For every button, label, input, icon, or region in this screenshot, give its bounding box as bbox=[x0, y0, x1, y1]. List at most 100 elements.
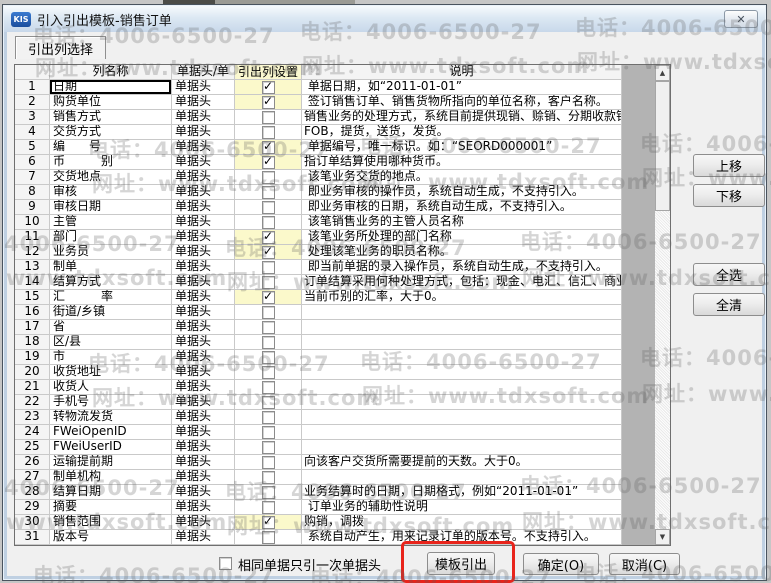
export-checkbox[interactable]: ✓ bbox=[262, 156, 275, 169]
cell-export-setting[interactable]: ✓ bbox=[235, 95, 302, 110]
export-checkbox[interactable] bbox=[262, 276, 275, 289]
header-column-name[interactable]: 列名称 bbox=[50, 65, 172, 80]
cell-doc-part[interactable]: 单据头 bbox=[172, 335, 235, 350]
cell-export-setting[interactable] bbox=[235, 380, 302, 395]
header-export-setting[interactable]: 引出列设置 bbox=[235, 65, 302, 80]
cell-doc-part[interactable]: 单据头 bbox=[172, 185, 235, 200]
row-number[interactable]: 17 bbox=[15, 320, 50, 335]
row-number[interactable]: 2 bbox=[15, 95, 50, 110]
row-number[interactable]: 29 bbox=[15, 500, 50, 515]
cell-column-name[interactable]: FWeiOpenID bbox=[50, 425, 172, 440]
move-up-button[interactable]: 上移 bbox=[693, 154, 765, 177]
cell-doc-part[interactable]: 单据头 bbox=[172, 230, 235, 245]
row-number[interactable]: 28 bbox=[15, 485, 50, 500]
cell-export-setting[interactable] bbox=[235, 275, 302, 290]
export-checkbox[interactable] bbox=[262, 186, 275, 199]
cell-column-name[interactable]: 转物流发货 bbox=[50, 410, 172, 425]
cell-column-name[interactable]: 交货地点 bbox=[50, 170, 172, 185]
export-checkbox[interactable] bbox=[262, 456, 275, 469]
cell-export-setting[interactable] bbox=[235, 260, 302, 275]
row-number[interactable]: 22 bbox=[15, 395, 50, 410]
cancel-button[interactable]: 取消(C) bbox=[609, 553, 680, 575]
cell-doc-part[interactable]: 单据头 bbox=[172, 80, 235, 95]
export-checkbox[interactable] bbox=[262, 366, 275, 379]
row-number[interactable]: 31 bbox=[15, 530, 50, 545]
export-checkbox[interactable] bbox=[262, 531, 275, 544]
cell-export-setting[interactable] bbox=[235, 200, 302, 215]
title-bar[interactable]: KIS 引入引出模板-销售订单 ✕ bbox=[4, 6, 765, 32]
cell-column-name[interactable]: 销售方式 bbox=[50, 110, 172, 125]
export-checkbox[interactable] bbox=[262, 381, 275, 394]
cell-column-name[interactable]: 日期 bbox=[50, 80, 172, 95]
cell-doc-part[interactable]: 单据头 bbox=[172, 125, 235, 140]
row-number[interactable]: 11 bbox=[15, 230, 50, 245]
row-number[interactable]: 7 bbox=[15, 170, 50, 185]
cell-doc-part[interactable]: 单据头 bbox=[172, 365, 235, 380]
row-number[interactable]: 13 bbox=[15, 260, 50, 275]
export-checkbox[interactable]: ✓ bbox=[262, 516, 275, 529]
cell-column-name[interactable]: FWeiUserID bbox=[50, 440, 172, 455]
cell-doc-part[interactable]: 单据头 bbox=[172, 500, 235, 515]
cell-column-name[interactable]: 销售范围 bbox=[50, 515, 172, 530]
cell-export-setting[interactable] bbox=[235, 305, 302, 320]
cell-column-name[interactable]: 收货地址 bbox=[50, 365, 172, 380]
export-checkbox[interactable]: ✓ bbox=[262, 96, 275, 109]
cell-doc-part[interactable]: 单据头 bbox=[172, 320, 235, 335]
cell-column-name[interactable]: 审核日期 bbox=[50, 200, 172, 215]
export-checkbox[interactable] bbox=[262, 426, 275, 439]
header-doc-part[interactable]: 单据头/单 bbox=[172, 65, 235, 80]
row-number[interactable]: 14 bbox=[15, 275, 50, 290]
export-checkbox[interactable] bbox=[262, 171, 275, 184]
cell-export-setting[interactable]: ✓ bbox=[235, 245, 302, 260]
cell-doc-part[interactable]: 单据头 bbox=[172, 350, 235, 365]
cell-column-name[interactable]: 币 别 bbox=[50, 155, 172, 170]
cell-export-setting[interactable]: ✓ bbox=[235, 155, 302, 170]
cell-export-setting[interactable]: ✓ bbox=[235, 80, 302, 95]
cell-column-name[interactable]: 结算日期 bbox=[50, 485, 172, 500]
cell-export-setting[interactable] bbox=[235, 350, 302, 365]
row-number[interactable]: 18 bbox=[15, 335, 50, 350]
export-checkbox[interactable] bbox=[262, 471, 275, 484]
row-number[interactable]: 5 bbox=[15, 140, 50, 155]
cell-export-setting[interactable] bbox=[235, 470, 302, 485]
row-number[interactable]: 12 bbox=[15, 245, 50, 260]
row-number[interactable]: 26 bbox=[15, 455, 50, 470]
cell-doc-part[interactable]: 单据头 bbox=[172, 410, 235, 425]
export-checkbox[interactable] bbox=[262, 321, 275, 334]
cell-export-setting[interactable] bbox=[235, 500, 302, 515]
cell-doc-part[interactable]: 单据头 bbox=[172, 110, 235, 125]
cell-export-setting[interactable] bbox=[235, 530, 302, 545]
row-number[interactable]: 25 bbox=[15, 440, 50, 455]
cell-doc-part[interactable]: 单据头 bbox=[172, 530, 235, 545]
cell-doc-part[interactable]: 单据头 bbox=[172, 305, 235, 320]
cell-doc-part[interactable]: 单据头 bbox=[172, 380, 235, 395]
cell-export-setting[interactable] bbox=[235, 215, 302, 230]
row-number[interactable]: 19 bbox=[15, 350, 50, 365]
cell-column-name[interactable]: 收货人 bbox=[50, 380, 172, 395]
scroll-up-button[interactable]: ▲ bbox=[655, 65, 670, 81]
cell-column-name[interactable]: 区/县 bbox=[50, 335, 172, 350]
cell-column-name[interactable]: 编 号 bbox=[50, 140, 172, 155]
cell-doc-part[interactable]: 单据头 bbox=[172, 395, 235, 410]
cell-export-setting[interactable]: ✓ bbox=[235, 230, 302, 245]
cell-column-name[interactable]: 审核 bbox=[50, 185, 172, 200]
row-number[interactable]: 27 bbox=[15, 470, 50, 485]
cell-column-name[interactable]: 交货方式 bbox=[50, 125, 172, 140]
cell-column-name[interactable]: 业务员 bbox=[50, 245, 172, 260]
cell-column-name[interactable]: 省 bbox=[50, 320, 172, 335]
cell-doc-part[interactable]: 单据头 bbox=[172, 170, 235, 185]
cell-doc-part[interactable]: 单据头 bbox=[172, 485, 235, 500]
export-checkbox[interactable]: ✓ bbox=[262, 291, 275, 304]
row-number[interactable]: 3 bbox=[15, 110, 50, 125]
scroll-down-button[interactable]: ▼ bbox=[655, 529, 670, 545]
export-checkbox[interactable]: ✓ bbox=[262, 231, 275, 244]
cell-export-setting[interactable] bbox=[235, 395, 302, 410]
export-checkbox[interactable] bbox=[262, 261, 275, 274]
cell-doc-part[interactable]: 单据头 bbox=[172, 95, 235, 110]
cell-export-setting[interactable] bbox=[235, 485, 302, 500]
export-checkbox[interactable] bbox=[262, 111, 275, 124]
cell-doc-part[interactable]: 单据头 bbox=[172, 200, 235, 215]
export-checkbox[interactable] bbox=[262, 441, 275, 454]
cell-doc-part[interactable]: 单据头 bbox=[172, 440, 235, 455]
row-number[interactable]: 10 bbox=[15, 215, 50, 230]
